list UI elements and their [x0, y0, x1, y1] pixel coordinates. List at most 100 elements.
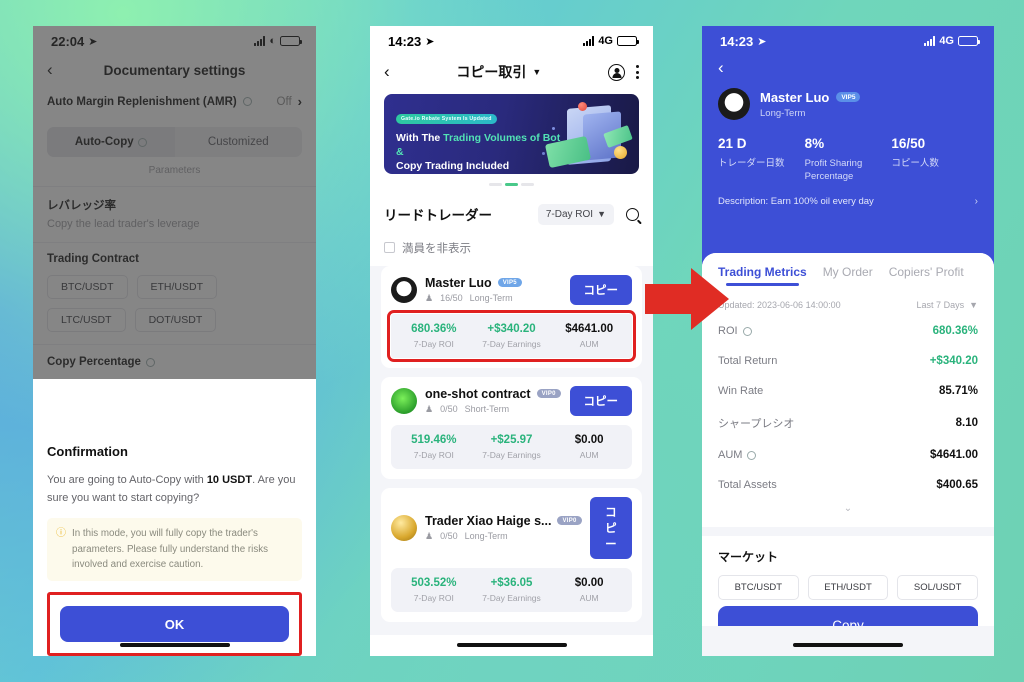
banner-sphere-icon	[578, 102, 587, 111]
caret-down-icon: ▼	[597, 209, 606, 219]
metric-row: AUM $4641.00	[718, 440, 978, 470]
kpi-value: 8%	[804, 136, 825, 151]
user-circle-icon[interactable]	[608, 63, 625, 81]
home-indicator	[119, 643, 230, 647]
stat-value: +$25.97	[490, 433, 533, 446]
banner-tag: Gate.io Rebate System Is Updated	[396, 114, 497, 124]
trader-term: Long-Term	[464, 531, 508, 541]
metric-key-label: Total Return	[718, 355, 778, 367]
trader-name: one-shot contract	[425, 386, 531, 401]
battery-icon	[617, 36, 639, 46]
kpi-label: トレーダー日数	[718, 158, 785, 169]
trader-meta: ♟ 16/50 Long-Term	[425, 293, 522, 304]
kebab-menu-icon[interactable]	[636, 65, 639, 79]
vip-badge: VIP0	[557, 516, 582, 525]
stat-value: 503.52%	[411, 576, 457, 589]
lead-traders-title: リードトレーダー	[384, 208, 492, 223]
tab-my-order[interactable]: My Order	[823, 265, 873, 287]
stat-aum: $4641.00 AUM	[550, 323, 628, 349]
metric-row: Total Return +$340.20	[718, 346, 978, 376]
trader-identity: Trader Xiao Haige s... VIP0 ♟ 0/50 Long-…	[425, 514, 582, 542]
copy-button[interactable]: コピー	[569, 385, 632, 416]
trader-identity: Master Luo VIP5 ♟ 16/50 Long-Term	[425, 276, 522, 304]
trader-followers: 16/50	[440, 293, 463, 303]
pagination-dot-active[interactable]	[505, 183, 518, 186]
trader-name: Master Luo	[760, 89, 830, 105]
metrics-panel: Updated: 2023-06-06 14:00:00 Last 7 Days…	[702, 287, 994, 527]
metric-value: 680.36%	[932, 325, 978, 337]
status-time: 14:23	[720, 33, 754, 49]
back-icon[interactable]: ‹	[702, 56, 994, 88]
metric-row: Win Rate 85.71%	[718, 376, 978, 406]
metric-row: Total Assets $400.65	[718, 470, 978, 500]
vip-badge: VIP0	[536, 389, 561, 398]
trader-name: Trader Xiao Haige s...	[425, 513, 552, 528]
ok-button[interactable]: OK	[60, 606, 289, 642]
banner-pagination	[370, 174, 653, 193]
hide-full-filter[interactable]: 満員を非表示	[370, 232, 653, 266]
market-chip[interactable]: BTC/USDT	[718, 575, 799, 600]
page-title-group[interactable]: コピー取引 ▼	[390, 62, 608, 82]
sort-dropdown[interactable]: 7-Day ROI ▼	[537, 203, 614, 225]
stat-roi: 503.52% 7-Day ROI	[395, 577, 473, 603]
person-icon: ♟	[425, 403, 434, 414]
trader-card-header: Trader Xiao Haige s... VIP0 ♟ 0/50 Long-…	[391, 496, 632, 559]
stat-label: 7-Day Earnings	[482, 338, 541, 349]
stat-roi: 680.36% 7-Day ROI	[395, 323, 473, 349]
copy-button[interactable]: コピー	[569, 274, 632, 305]
metrics-range-dropdown[interactable]: Last 7 Days ▼	[917, 300, 978, 310]
trader-description-row[interactable]: Description: Earn 100% oil every day ›	[702, 188, 994, 221]
sheet-footer	[702, 626, 994, 656]
stat-label: 7-Day Earnings	[482, 449, 541, 460]
trader-card[interactable]: Trader Xiao Haige s... VIP0 ♟ 0/50 Long-…	[381, 487, 642, 622]
trader-stats: 519.46% 7-Day ROI +$25.97 7-Day Earnings…	[391, 424, 632, 469]
checkbox-unchecked-icon[interactable]	[384, 242, 395, 253]
promo-banner[interactable]: Gate.io Rebate System Is Updated With Th…	[384, 94, 639, 174]
market-chip[interactable]: ETH/USDT	[807, 575, 889, 600]
banner-coin-icon	[614, 146, 627, 159]
stat-aum: $0.00 AUM	[550, 577, 628, 603]
tab-trading-metrics[interactable]: Trading Metrics	[718, 265, 807, 287]
dim-overlay	[33, 26, 316, 379]
trader-term: Long-Term	[760, 107, 806, 119]
trader-card[interactable]: Master Luo VIP5 ♟ 16/50 Long-Term コピー 68…	[381, 265, 642, 368]
market-chips: BTC/USDT ETH/USDT SOL/USDT	[718, 575, 979, 600]
status-right: 4G	[583, 35, 639, 47]
stat-label: 7-Day ROI	[413, 592, 454, 603]
signal-bars-icon	[924, 36, 936, 46]
trader-list: Master Luo VIP5 ♟ 16/50 Long-Term コピー 68…	[370, 265, 653, 635]
stat-value: 519.46%	[411, 433, 457, 446]
confirmation-warning: ⓘ In this mode, you will fully copy the …	[47, 517, 302, 581]
kpi-value: 21 D	[718, 136, 747, 151]
copy-button[interactable]: コピー	[589, 496, 632, 559]
confirmation-title: Confirmation	[47, 443, 128, 459]
lead-traders-controls: 7-Day ROI ▼	[537, 203, 639, 225]
phone-screen-settings: 22:04 ➤ ◐ ‹ Documentary settings Auto Ma…	[33, 26, 316, 656]
info-circle-icon	[742, 326, 752, 336]
vip-badge: VIP5	[497, 278, 522, 287]
trader-followers: 0/50	[440, 531, 458, 541]
confirmation-warning-text: In this mode, you will fully copy the tr…	[72, 527, 269, 571]
search-icon[interactable]	[626, 207, 639, 221]
pagination-dot[interactable]	[489, 183, 502, 186]
metric-key-label: Total Assets	[718, 479, 777, 491]
stat-label: AUM	[579, 592, 599, 603]
stat-value: $0.00	[574, 576, 604, 589]
tab-copiers-profit[interactable]: Copiers' Profit	[889, 265, 964, 287]
market-chip[interactable]: SOL/USDT	[897, 575, 979, 600]
confirmation-body: You are going to Auto-Copy with 10 USDT.…	[47, 471, 302, 507]
stat-value: +$340.20	[487, 322, 536, 335]
chevron-down-icon[interactable]: ⌄	[718, 500, 978, 523]
banner-illustration	[541, 101, 633, 169]
banner-dot	[542, 152, 545, 155]
metric-value: +$340.20	[929, 355, 978, 367]
kpi-label: Profit Sharing Percentage	[804, 158, 863, 182]
trader-term: Long-Term	[469, 293, 513, 303]
pagination-dot[interactable]	[521, 183, 534, 186]
green-avatar	[391, 387, 417, 414]
metric-key: Total Return	[718, 355, 777, 367]
banner-line2: Copy Trading Included	[396, 160, 510, 173]
stat-value: 680.36%	[411, 322, 457, 335]
metrics-updated-row: Updated: 2023-06-06 14:00:00 Last 7 Days…	[718, 289, 978, 316]
trader-card[interactable]: one-shot contract VIP0 ♟ 0/50 Short-Term…	[381, 376, 642, 479]
